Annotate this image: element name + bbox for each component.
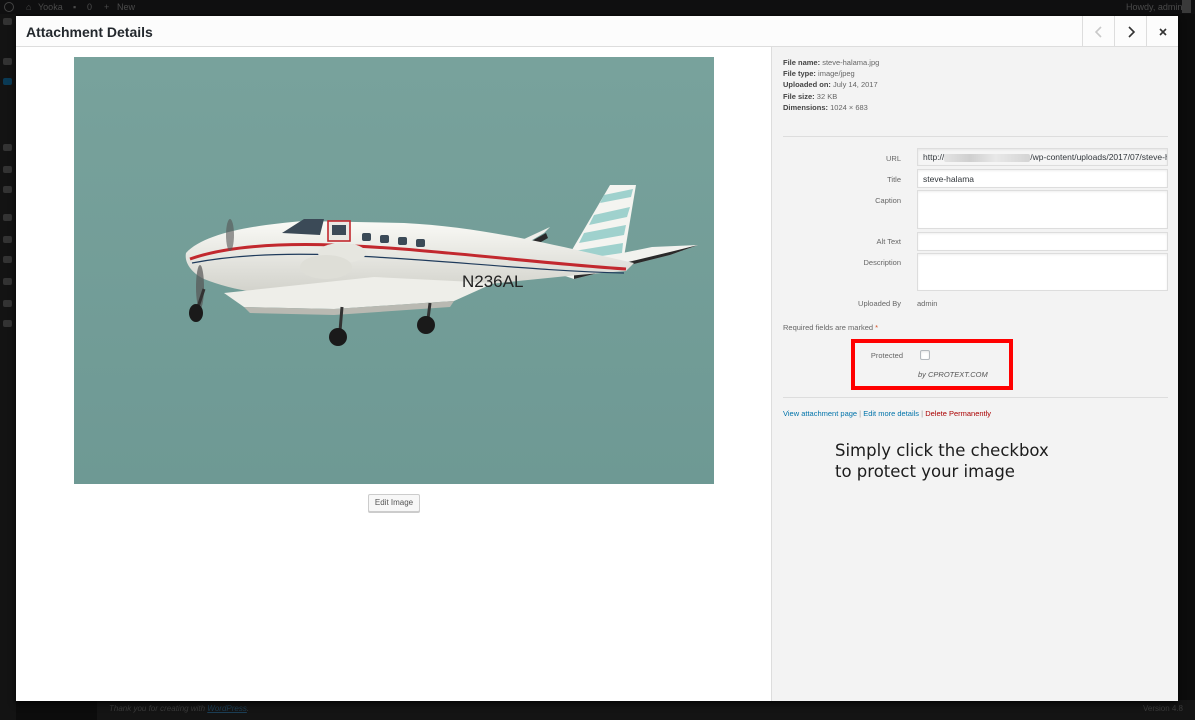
caption-field[interactable]: [917, 190, 1168, 229]
dashboard-icon[interactable]: [3, 18, 12, 25]
uploaded-by-label: Uploaded By: [858, 299, 901, 308]
previous-attachment-button[interactable]: [1082, 16, 1114, 47]
required-fields-note: Required fields are marked *: [783, 323, 878, 332]
alt-text-field[interactable]: [917, 232, 1168, 251]
footer-thanks: Thank you for creating with WordPress.: [109, 704, 249, 713]
file-type-label: File type:: [783, 69, 816, 79]
airplane-photo: N236AL: [74, 57, 714, 484]
wordpress-logo-icon[interactable]: [4, 2, 14, 12]
chevron-left-icon: [1094, 25, 1102, 38]
redacted-host: [944, 153, 1031, 162]
pages-icon[interactable]: [3, 166, 12, 173]
admin-greeting[interactable]: Howdy, admin: [1126, 0, 1182, 14]
file-name-value: steve-halama.jpg: [822, 58, 880, 67]
settings-icon[interactable]: [3, 300, 12, 307]
callout-line-2: to protect your image: [835, 462, 1015, 481]
description-label: Description: [863, 258, 901, 267]
alt-text-label: Alt Text: [876, 237, 901, 246]
file-size-value: 32 KB: [816, 91, 838, 101]
avatar[interactable]: [1182, 0, 1191, 13]
footer-version: Version 4.8: [1142, 704, 1183, 713]
divider: [783, 397, 1168, 398]
url-label: URL: [885, 154, 901, 163]
file-size-label: File size:: [783, 91, 815, 101]
file-name-label: File name:: [783, 58, 821, 67]
home-icon: ⌂: [26, 2, 32, 12]
collapse-menu-icon[interactable]: [3, 320, 12, 327]
delete-permanently-link[interactable]: Delete Permanently: [925, 409, 991, 418]
new-link[interactable]: New: [117, 0, 135, 14]
attachment-details-modal: Attachment Details N236AL Edit Image Fil…: [16, 16, 1178, 701]
protected-checkbox[interactable]: [920, 350, 930, 360]
callout-text: Simply click the checkbox to protect your…: [835, 440, 1049, 482]
attachment-media-view: N236AL Edit Image: [16, 47, 771, 701]
file-details: File name: steve-halama.jpg File type: i…: [783, 57, 879, 113]
appearance-icon[interactable]: [3, 214, 12, 221]
footer-thanks-end: .: [246, 704, 250, 713]
plus-icon: +: [104, 2, 110, 12]
edit-more-details-link[interactable]: Edit more details: [863, 409, 919, 418]
posts-icon[interactable]: [3, 58, 12, 65]
dimensions-label: Dimensions:: [783, 102, 829, 112]
attachment-actions: View attachment page | Edit more details…: [783, 409, 991, 418]
view-attachment-page-link[interactable]: View attachment page: [783, 409, 857, 418]
admin-sidebar: [0, 14, 16, 720]
title-label: Title: [887, 175, 901, 184]
cprotext-credit: by CPROTEXT.COM: [918, 370, 988, 379]
links-icon[interactable]: [3, 144, 12, 151]
attachment-info-panel: File name: steve-halama.jpg File type: i…: [771, 47, 1178, 701]
protected-highlight-box: Protected by CPROTEXT.COM: [851, 339, 1013, 390]
admin-footer: Thank you for creating with WordPress. V…: [97, 700, 1195, 720]
uploaded-by-value: admin: [917, 299, 938, 308]
admin-bar: ⌂ Yooka ▪ 0 + New Howdy, admin: [0, 0, 1195, 14]
close-icon: [1158, 27, 1167, 36]
url-path: /wp-content/uploads/2017/07/steve-halama…: [1030, 152, 1167, 162]
close-button[interactable]: [1146, 16, 1178, 47]
plugins-icon[interactable]: [3, 236, 12, 243]
next-attachment-button[interactable]: [1114, 16, 1146, 47]
users-icon[interactable]: [3, 256, 12, 263]
uploaded-on-value: July 14, 2017: [833, 80, 878, 90]
divider: [783, 136, 1168, 137]
file-type-value: image/jpeg: [818, 69, 855, 79]
media-icon[interactable]: [3, 78, 12, 85]
edit-image-button[interactable]: Edit Image: [368, 494, 420, 512]
footer-thanks-text: Thank you for creating with: [109, 704, 208, 713]
comments-menu-icon[interactable]: [3, 186, 12, 193]
required-star: *: [875, 323, 879, 332]
required-note-text: Required fields are marked: [783, 323, 876, 332]
comments-icon[interactable]: ▪: [73, 0, 76, 14]
uploaded-on-label: Uploaded on:: [783, 80, 831, 90]
dimensions-value: 1024 × 683: [830, 102, 868, 112]
caption-label: Caption: [875, 196, 901, 205]
tail-number-text: N236AL: [462, 272, 523, 291]
site-name-link[interactable]: Yooka: [38, 0, 63, 14]
url-field[interactable]: http:// /wp-content/uploads/2017/07/steve…: [917, 148, 1168, 166]
url-prefix: http://: [923, 152, 945, 162]
chevron-right-icon: [1127, 25, 1135, 38]
callout-line-1: Simply click the checkbox: [835, 441, 1049, 460]
comments-count: 0: [87, 2, 93, 12]
protected-label: Protected: [870, 351, 903, 360]
description-field[interactable]: [917, 253, 1168, 291]
modal-title: Attachment Details: [26, 24, 153, 40]
attachment-image: N236AL: [74, 57, 714, 484]
wordpress-link[interactable]: WordPress: [207, 704, 247, 713]
modal-header: Attachment Details: [16, 16, 1178, 47]
title-field[interactable]: [917, 169, 1168, 188]
tools-icon[interactable]: [3, 278, 12, 285]
